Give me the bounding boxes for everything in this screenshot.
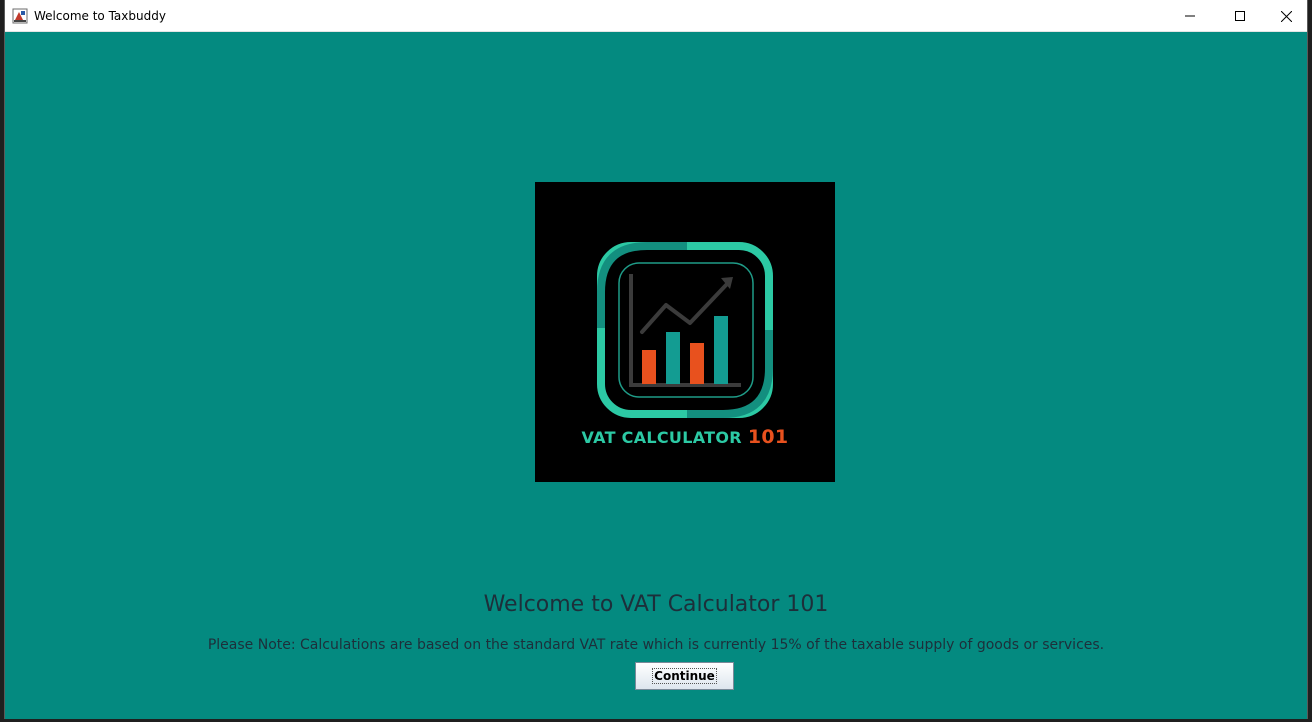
- window-title: Welcome to Taxbuddy: [34, 9, 166, 23]
- welcome-heading: Welcome to VAT Calculator 101: [483, 592, 829, 617]
- minimize-button[interactable]: [1167, 0, 1213, 32]
- continue-button[interactable]: Continue: [635, 662, 734, 690]
- minimize-icon: [1185, 15, 1195, 17]
- title-bar[interactable]: Welcome to Taxbuddy: [5, 0, 1307, 32]
- vat-rate-note: Please Note: Calculations are based on t…: [207, 637, 1105, 653]
- app-logo: VAT CALCULATOR 101: [535, 182, 835, 482]
- logo-caption: VAT CALCULATOR 101: [535, 426, 835, 448]
- close-icon: [1280, 10, 1292, 22]
- maximize-icon: [1235, 11, 1245, 21]
- logo-caption-number: 101: [747, 426, 789, 448]
- continue-button-label: Continue: [652, 668, 717, 684]
- maximize-button[interactable]: [1217, 0, 1263, 32]
- logo-caption-text: VAT CALCULATOR: [581, 428, 742, 447]
- welcome-window: Welcome to Taxbuddy VAT CALCULATOR 101 W…: [4, 0, 1308, 719]
- java-app-icon: [12, 8, 28, 24]
- close-button[interactable]: [1263, 0, 1307, 32]
